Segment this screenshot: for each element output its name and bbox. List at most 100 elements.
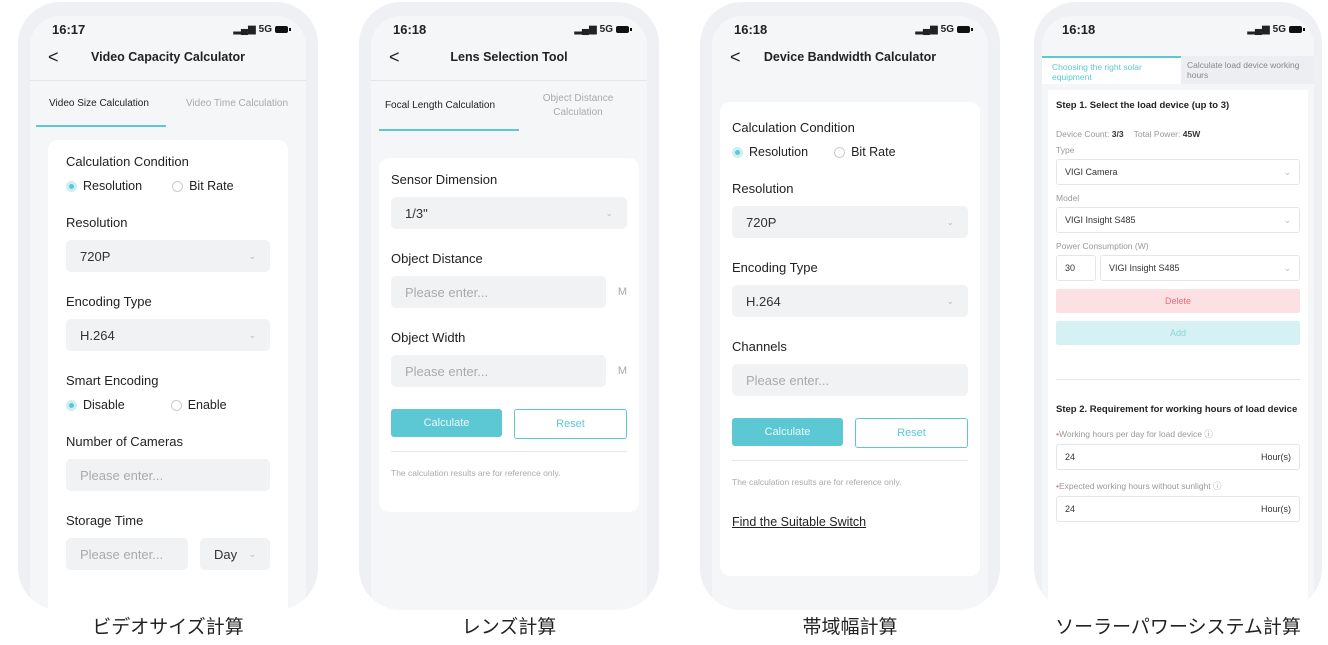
input-value: 24 bbox=[1065, 452, 1076, 463]
power-input[interactable]: 30 bbox=[1056, 255, 1096, 281]
signal-icon: ▂▄▆ 5G bbox=[233, 24, 291, 35]
encoding-select[interactable]: H.264 ⌄ bbox=[66, 319, 270, 351]
phone-lens-selection: 16:18 ▂▄▆ 5G < Lens Selection Tool Focal… bbox=[359, 2, 659, 610]
input-placeholder: Please enter... bbox=[80, 546, 164, 562]
signal-icon: ▂▄▆ 5G bbox=[1247, 23, 1305, 35]
model-select[interactable]: VIGI Insight S485 ⌄ bbox=[1056, 207, 1300, 233]
tab-bar: Video Size Calculation Video Time Calcul… bbox=[30, 80, 306, 127]
page-title: Video Capacity Calculator bbox=[91, 50, 245, 64]
hours-input[interactable]: 24 Hour(s) bbox=[1056, 444, 1300, 471]
form-card: Sensor Dimension 1/3" ⌄ Object Distance P… bbox=[379, 158, 639, 512]
back-icon[interactable]: < bbox=[48, 48, 59, 66]
reset-button[interactable]: Reset bbox=[514, 409, 627, 439]
encoding-select[interactable]: H.264 ⌄ bbox=[732, 285, 968, 317]
power-row: 30 VIGI Insight S485 ⌄ bbox=[1056, 255, 1300, 281]
delete-button[interactable]: Delete bbox=[1056, 289, 1300, 313]
chevron-down-icon: ⌄ bbox=[1283, 262, 1291, 273]
caption-solar: ソーラーパワーシステム計算 bbox=[1055, 617, 1301, 638]
tab-object-distance[interactable]: Object Distance Calculation bbox=[509, 92, 647, 120]
radio-label: Bit Rate bbox=[851, 145, 896, 159]
calculate-button[interactable]: Calculate bbox=[732, 418, 843, 446]
chevron-down-icon: ⌄ bbox=[946, 216, 954, 227]
select-value: 1/3" bbox=[405, 205, 428, 221]
network-label: 5G bbox=[1272, 23, 1286, 35]
radio-bitrate[interactable]: Bit Rate bbox=[172, 179, 234, 193]
type-select[interactable]: VIGI Camera ⌄ bbox=[1056, 159, 1300, 185]
condition-radio-group: Resolution Bit Rate bbox=[732, 145, 968, 159]
channels-input[interactable]: Please enter... bbox=[732, 364, 968, 396]
power-model-select[interactable]: VIGI Insight S485 ⌄ bbox=[1100, 255, 1300, 281]
tab-video-time[interactable]: Video Time Calculation bbox=[168, 97, 306, 111]
tab-working-hours[interactable]: Calculate load device working hours bbox=[1181, 56, 1314, 84]
select-value: H.264 bbox=[746, 293, 781, 309]
resolution-select[interactable]: 720P ⌄ bbox=[66, 240, 270, 272]
caption-lens: レンズ計算 bbox=[461, 617, 557, 638]
chevron-down-icon: ⌄ bbox=[1283, 214, 1291, 225]
status-bar: 16:17 ▂▄▆ 5G bbox=[30, 16, 306, 42]
divider bbox=[1056, 379, 1300, 380]
signal-icon: ▂▄▆ 5G bbox=[915, 24, 973, 35]
calculate-button[interactable]: Calculate bbox=[391, 409, 502, 437]
step1-title: Step 1. Select the load device (up to 3) bbox=[1056, 100, 1230, 111]
page-title: Lens Selection Tool bbox=[450, 50, 568, 64]
nav-bar: < Device Bandwidth Calculator bbox=[712, 42, 988, 72]
tab-solar-equipment[interactable]: Choosing the right solar equipment bbox=[1042, 56, 1181, 84]
storage-row: Please enter... Day ⌄ bbox=[66, 538, 270, 570]
hours-label-text: Working hours per day for load device bbox=[1058, 429, 1202, 440]
input-placeholder: Please enter... bbox=[405, 363, 489, 379]
radio-bitrate[interactable]: Bit Rate bbox=[834, 145, 896, 159]
total-power-label: Total Power: bbox=[1133, 129, 1181, 139]
chevron-down-icon: ⌄ bbox=[605, 207, 613, 218]
model-label: Model bbox=[1056, 193, 1080, 203]
cameras-input[interactable]: Please enter... bbox=[66, 459, 270, 491]
tab-video-size[interactable]: Video Size Calculation bbox=[30, 97, 168, 111]
back-icon[interactable]: < bbox=[389, 48, 400, 66]
status-time: 16:18 bbox=[1062, 21, 1096, 37]
device-summary: Device Count: 3/3 Total Power: 45W bbox=[1056, 129, 1300, 139]
reset-button[interactable]: Reset bbox=[855, 418, 968, 448]
back-icon[interactable]: < bbox=[730, 48, 741, 66]
radio-enable[interactable]: Enable bbox=[170, 398, 227, 412]
info-icon: ⓘ bbox=[1204, 429, 1213, 440]
find-switch-link[interactable]: Find the Suitable Switch bbox=[732, 515, 968, 529]
radio-label: Bit Rate bbox=[189, 179, 234, 193]
width-input[interactable]: Please enter... bbox=[391, 355, 606, 387]
chevron-down-icon: ⌄ bbox=[1283, 166, 1291, 177]
select-value: 720P bbox=[746, 214, 777, 230]
solar-panel: Step 1. Select the load device (up to 3)… bbox=[1048, 90, 1308, 610]
device-count: Device Count: 3/3 bbox=[1056, 129, 1124, 139]
radio-label: Resolution bbox=[83, 179, 143, 193]
tab-focal-length[interactable]: Focal Length Calculation bbox=[371, 99, 509, 113]
radio-disable[interactable]: Disable bbox=[66, 398, 125, 412]
channels-label: Channels bbox=[732, 339, 787, 354]
info-icon: ⓘ bbox=[1213, 481, 1222, 492]
storage-unit-select[interactable]: Day ⌄ bbox=[200, 538, 270, 570]
status-time: 16:18 bbox=[734, 21, 768, 37]
cameras-label: Number of Cameras bbox=[66, 434, 184, 449]
radio-checked-icon bbox=[732, 146, 743, 158]
encoding-label: Encoding Type bbox=[732, 260, 818, 275]
smart-radio-group: Disable Enable bbox=[66, 398, 270, 412]
status-time: 16:17 bbox=[52, 21, 86, 37]
radio-checked-icon bbox=[66, 180, 77, 192]
battery-icon bbox=[616, 25, 632, 33]
add-button[interactable]: Add bbox=[1056, 321, 1300, 345]
status-bar: 16:18 ▂▄▆ 5G bbox=[371, 16, 647, 42]
sensor-select[interactable]: 1/3" ⌄ bbox=[391, 197, 627, 229]
condition-radio-group: Resolution Bit Rate bbox=[66, 179, 270, 193]
tab-indicator bbox=[379, 129, 519, 131]
caption-bandwidth: 帯域幅計算 bbox=[802, 617, 898, 638]
radio-resolution[interactable]: Resolution bbox=[66, 179, 142, 193]
step2-title: Step 2. Requirement for working hours of… bbox=[1056, 404, 1298, 415]
chevron-down-icon: ⌄ bbox=[248, 250, 256, 261]
distance-input[interactable]: Please enter... bbox=[391, 276, 606, 308]
network-label: 5G bbox=[599, 23, 613, 35]
sunless-input[interactable]: 24 Hour(s) bbox=[1056, 496, 1300, 523]
signal-icon: ▂▄▆ 5G bbox=[574, 23, 632, 35]
storage-input[interactable]: Please enter... bbox=[66, 538, 188, 570]
input-placeholder: Please enter... bbox=[80, 467, 164, 483]
encoding-label: Encoding Type bbox=[66, 294, 152, 309]
input-placeholder: Please enter... bbox=[405, 284, 489, 300]
radio-resolution[interactable]: Resolution bbox=[732, 145, 808, 159]
resolution-select[interactable]: 720P ⌄ bbox=[732, 206, 968, 238]
